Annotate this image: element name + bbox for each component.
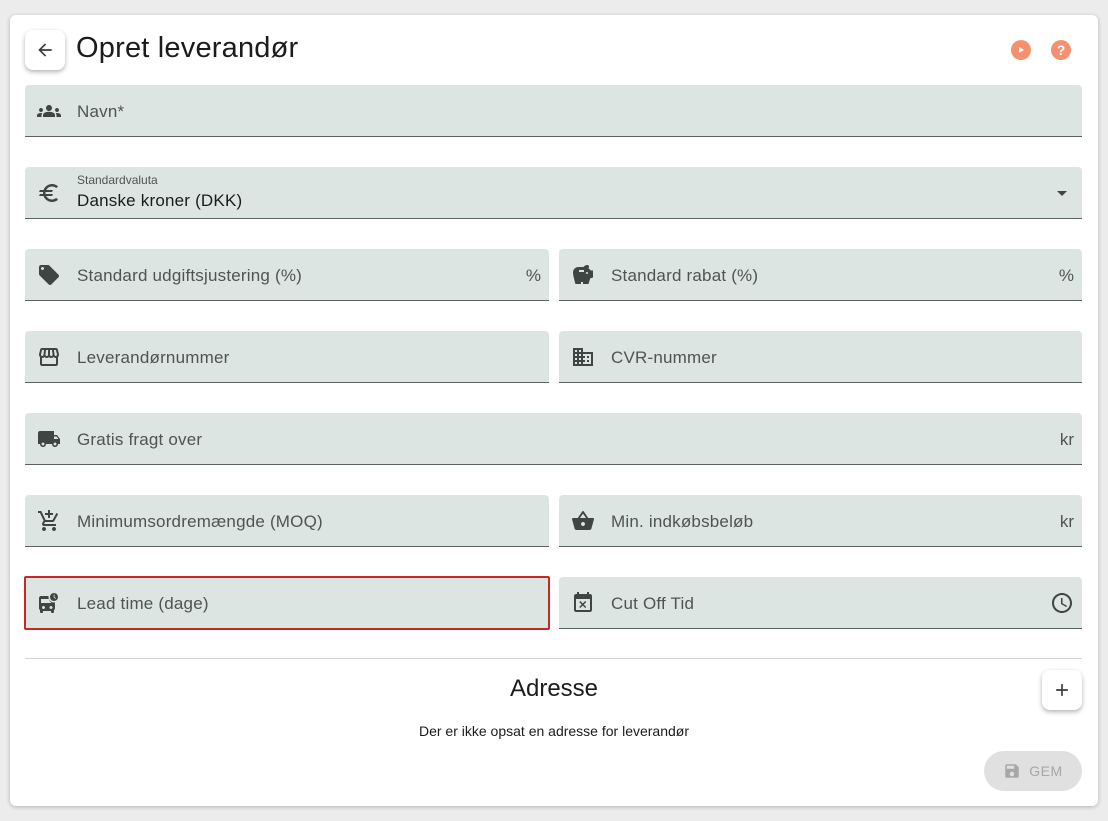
truck-icon <box>37 427 61 451</box>
cutoff-time-field[interactable]: Cut Off Tid <box>559 577 1082 629</box>
cvr-label: CVR-nummer <box>611 348 717 367</box>
currency-label: Standardvaluta <box>77 173 158 187</box>
help-circle-icon: ? <box>1056 42 1066 58</box>
moq-label: Minimumsordremængde (MOQ) <box>77 512 323 531</box>
address-section-title: Adresse <box>509 675 599 702</box>
address-empty-text: Der er ikke opsat en adresse for leveran… <box>418 723 689 739</box>
lead-time-field[interactable]: Lead time (dage) <box>24 576 550 630</box>
piggy-bank-icon <box>571 263 595 287</box>
min-purchase-label: Min. indkøbsbeløb <box>611 512 754 531</box>
calendar-remove-icon <box>571 591 595 615</box>
supplier-number-field[interactable]: Leverandørnummer <box>25 331 549 383</box>
discount-label: Standard rabat (%) <box>611 266 759 285</box>
currency-value: Danske kroner (DKK) <box>77 191 243 210</box>
moq-field[interactable]: Minimumsordremængde (MOQ) <box>25 495 549 547</box>
add-shopping-cart-icon <box>37 509 61 533</box>
expense-adjustment-label: Standard udgiftsjustering (%) <box>77 266 303 285</box>
back-button[interactable] <box>25 30 65 70</box>
supplier-form-card: Opret leverandør ? Navn* Standardvaluta … <box>10 15 1098 806</box>
percent-suffix: % <box>1058 266 1074 285</box>
section-divider <box>25 658 1082 659</box>
currency-suffix: kr <box>1059 430 1074 449</box>
free-freight-field[interactable]: Gratis fragt over kr <box>25 413 1082 465</box>
business-icon <box>571 345 595 369</box>
basket-icon <box>571 509 595 533</box>
add-address-button[interactable] <box>1042 670 1082 710</box>
plus-icon <box>1056 684 1068 696</box>
cutoff-time-label: Cut Off Tid <box>611 594 695 613</box>
free-freight-label: Gratis fragt over <box>77 430 203 449</box>
clock-icon[interactable] <box>1050 591 1074 615</box>
save-icon <box>1005 764 1020 778</box>
name-label: Navn* <box>77 102 125 121</box>
currency-suffix: kr <box>1059 512 1074 531</box>
arrow-left-icon <box>38 43 52 57</box>
supplier-number-label: Leverandørnummer <box>77 348 230 367</box>
euro-icon <box>37 181 61 205</box>
percent-suffix: % <box>525 266 541 285</box>
storefront-icon <box>37 345 61 369</box>
name-field[interactable]: Navn* <box>25 85 1082 137</box>
group-icon <box>37 99 61 123</box>
help-button[interactable]: ? <box>1051 40 1071 60</box>
currency-select[interactable]: Standardvaluta Danske kroner (DKK) <box>25 167 1082 219</box>
play-circle-icon <box>1019 47 1024 53</box>
min-purchase-field[interactable]: Min. indkøbsbeløb kr <box>559 495 1082 547</box>
bus-clock-icon <box>37 591 61 615</box>
page-title: Opret leverandør <box>76 32 299 64</box>
expense-adjustment-field[interactable]: Standard udgiftsjustering (%) % <box>25 249 549 301</box>
tag-icon <box>37 263 61 287</box>
lead-time-label: Lead time (dage) <box>77 594 209 613</box>
save-label: GEM <box>1029 763 1063 779</box>
play-button[interactable] <box>1011 40 1031 60</box>
cvr-field[interactable]: CVR-nummer <box>559 331 1082 383</box>
chevron-down-icon <box>1050 181 1074 205</box>
save-button[interactable]: GEM <box>984 751 1082 791</box>
discount-field[interactable]: Standard rabat (%) % <box>559 249 1082 301</box>
